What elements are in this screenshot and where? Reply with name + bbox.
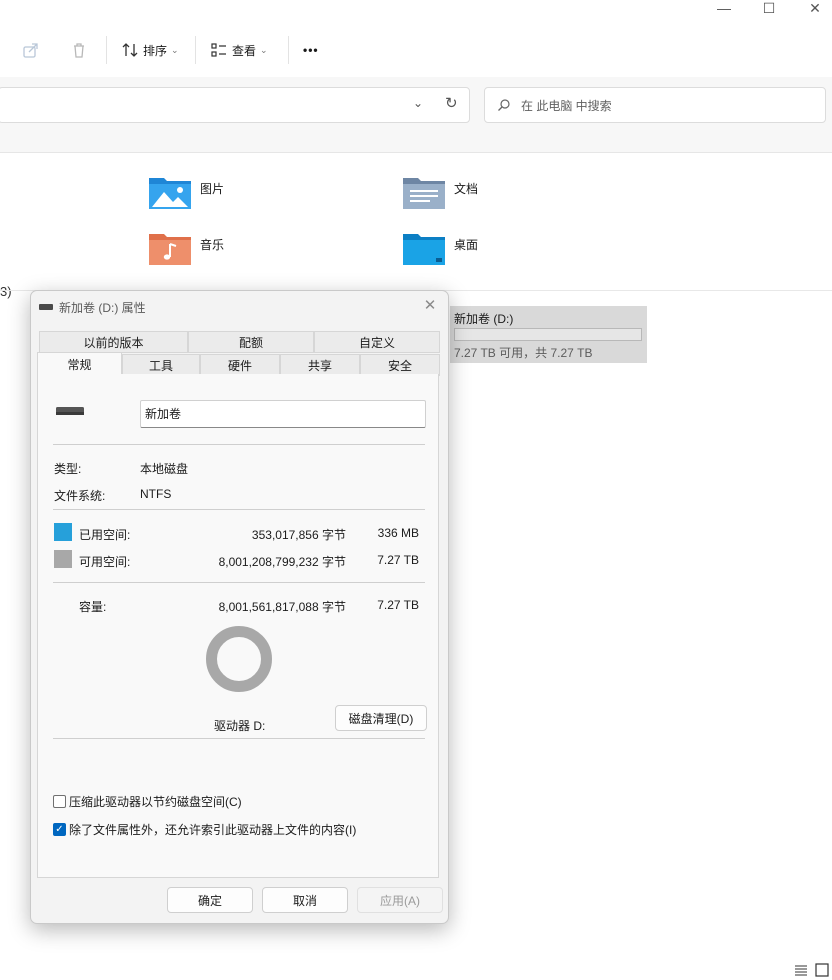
address-bar[interactable]: ⌄ ↻ xyxy=(0,87,470,123)
drive-usage-bar xyxy=(454,328,642,341)
dialog-title: 新加卷 (D:) 属性 xyxy=(59,300,146,315)
tab-security[interactable]: 安全 xyxy=(360,354,440,376)
tab-general[interactable]: 常规 xyxy=(37,352,122,376)
type-value: 本地磁盘 xyxy=(140,462,189,476)
general-tab-panel: 新加卷 类型: 本地磁盘 文件系统: NTFS 已用空间: 353,017,85… xyxy=(37,374,439,878)
refresh-icon[interactable]: ↻ xyxy=(445,94,458,112)
drive-name: 新加卷 (D:) xyxy=(454,312,514,326)
search-input[interactable]: 在 此电脑 中搜索 xyxy=(521,97,612,114)
free-space-swatch xyxy=(54,550,72,568)
capacity-size: 7.27 TB xyxy=(377,598,419,612)
sort-label: 排序 xyxy=(143,43,168,58)
capacity-label: 容量: xyxy=(79,600,107,614)
index-checkbox-row[interactable]: ✓ 除了文件属性外，还允许索引此驱动器上文件的内容(I) xyxy=(53,821,356,838)
tab-customize[interactable]: 自定义 xyxy=(314,331,440,353)
free-space-bytes: 8,001,208,799,232 字节 xyxy=(218,555,346,569)
folder-label: 文档 xyxy=(454,182,479,196)
index-checkbox[interactable]: ✓ xyxy=(53,823,66,836)
separator xyxy=(53,509,425,510)
separator xyxy=(53,582,425,583)
separator xyxy=(53,738,425,739)
trash-icon xyxy=(74,43,84,58)
view-label: 查看 xyxy=(232,43,257,58)
folder-desktop[interactable]: 桌面 xyxy=(402,230,478,266)
folder-label: 桌面 xyxy=(454,238,479,252)
tab-sharing[interactable]: 共享 xyxy=(280,354,360,376)
free-space-size: 7.27 TB xyxy=(377,553,419,567)
sort-icon xyxy=(122,43,138,57)
pictures-folder-icon xyxy=(149,178,191,209)
sort-button[interactable]: 排序 ⌄ xyxy=(121,38,179,62)
used-space-swatch xyxy=(54,523,72,541)
more-options-button[interactable]: ••• xyxy=(303,38,319,62)
cancel-button[interactable]: 取消 xyxy=(262,887,348,913)
type-label: 类型: xyxy=(54,462,82,476)
music-folder-icon xyxy=(149,234,191,265)
used-space-label: 已用空间: xyxy=(79,528,131,542)
share-icon xyxy=(23,43,38,58)
folder-pictures[interactable]: 图片 xyxy=(148,174,224,210)
volume-name-input[interactable]: 新加卷 xyxy=(140,400,426,428)
free-space-label: 可用空间: xyxy=(79,555,131,569)
drive-icon xyxy=(39,304,53,310)
disk-cleanup-button[interactable]: 磁盘清理(D) xyxy=(335,705,427,731)
view-button[interactable]: 查看 ⌄ xyxy=(210,38,268,62)
dialog-close-button[interactable]: ✕ xyxy=(420,295,440,315)
disk-usage-donut xyxy=(206,626,272,692)
drive-d-tile[interactable]: 新加卷 (D:) 7.27 TB 可用，共 7.27 TB xyxy=(450,306,647,363)
properties-dialog: 新加卷 (D:) 属性 ✕ 以前的版本 配额 自定义 常规 工具 硬件 共享 安… xyxy=(30,290,449,924)
documents-folder-icon xyxy=(403,178,445,209)
view-icon xyxy=(211,43,226,57)
toolbar-separator xyxy=(106,36,107,64)
compress-label: 压缩此驱动器以节约磁盘空间(C) xyxy=(69,795,242,809)
search-box[interactable]: 在 此电脑 中搜索 xyxy=(484,87,826,123)
section-header-fragment: 3) xyxy=(0,284,12,299)
maximize-button[interactable]: ☐ xyxy=(751,0,787,16)
desktop-folder-icon xyxy=(403,234,445,265)
ok-button[interactable]: 确定 xyxy=(167,887,253,913)
used-space-bytes: 353,017,856 字节 xyxy=(251,528,346,542)
tab-quota[interactable]: 配额 xyxy=(188,331,314,353)
tab-previous-versions[interactable]: 以前的版本 xyxy=(39,331,188,353)
minimize-button[interactable]: — xyxy=(706,0,742,16)
folder-label: 音乐 xyxy=(200,238,225,252)
share-button[interactable] xyxy=(22,38,40,62)
tab-hardware[interactable]: 硬件 xyxy=(200,354,280,376)
address-history-chevron-icon[interactable]: ⌄ xyxy=(413,96,423,110)
capacity-bytes: 8,001,561,817,088 字节 xyxy=(218,600,346,614)
drive-letter-label: 驱动器 D: xyxy=(214,719,266,733)
folder-label: 图片 xyxy=(200,182,225,196)
compress-checkbox[interactable] xyxy=(53,795,66,808)
apply-button[interactable]: 应用(A) xyxy=(357,887,443,913)
tab-tools[interactable]: 工具 xyxy=(122,354,200,376)
drive-free-text: 7.27 TB 可用，共 7.27 TB xyxy=(454,346,593,360)
separator xyxy=(53,444,425,445)
folder-documents[interactable]: 文档 xyxy=(402,174,478,210)
dialog-title-bar: 新加卷 (D:) 属性 xyxy=(39,297,146,317)
search-icon xyxy=(498,99,510,111)
chevron-down-icon: ⌄ xyxy=(171,44,179,55)
used-space-size: 336 MB xyxy=(377,526,419,540)
details-view-icon[interactable] xyxy=(794,964,808,976)
filesystem-value: NTFS xyxy=(140,487,172,501)
tiles-view-icon[interactable] xyxy=(815,963,829,977)
close-window-button[interactable]: ✕ xyxy=(797,0,832,16)
filesystem-label: 文件系统: xyxy=(54,489,106,503)
delete-button[interactable] xyxy=(70,38,88,62)
folder-music[interactable]: 音乐 xyxy=(148,230,224,266)
toolbar-separator xyxy=(195,36,196,64)
hard-drive-icon xyxy=(56,407,84,415)
chevron-down-icon: ⌄ xyxy=(260,44,268,55)
toolbar-separator xyxy=(288,36,289,64)
index-label: 除了文件属性外，还允许索引此驱动器上文件的内容(I) xyxy=(69,823,357,837)
compress-checkbox-row[interactable]: 压缩此驱动器以节约磁盘空间(C) xyxy=(53,793,242,810)
